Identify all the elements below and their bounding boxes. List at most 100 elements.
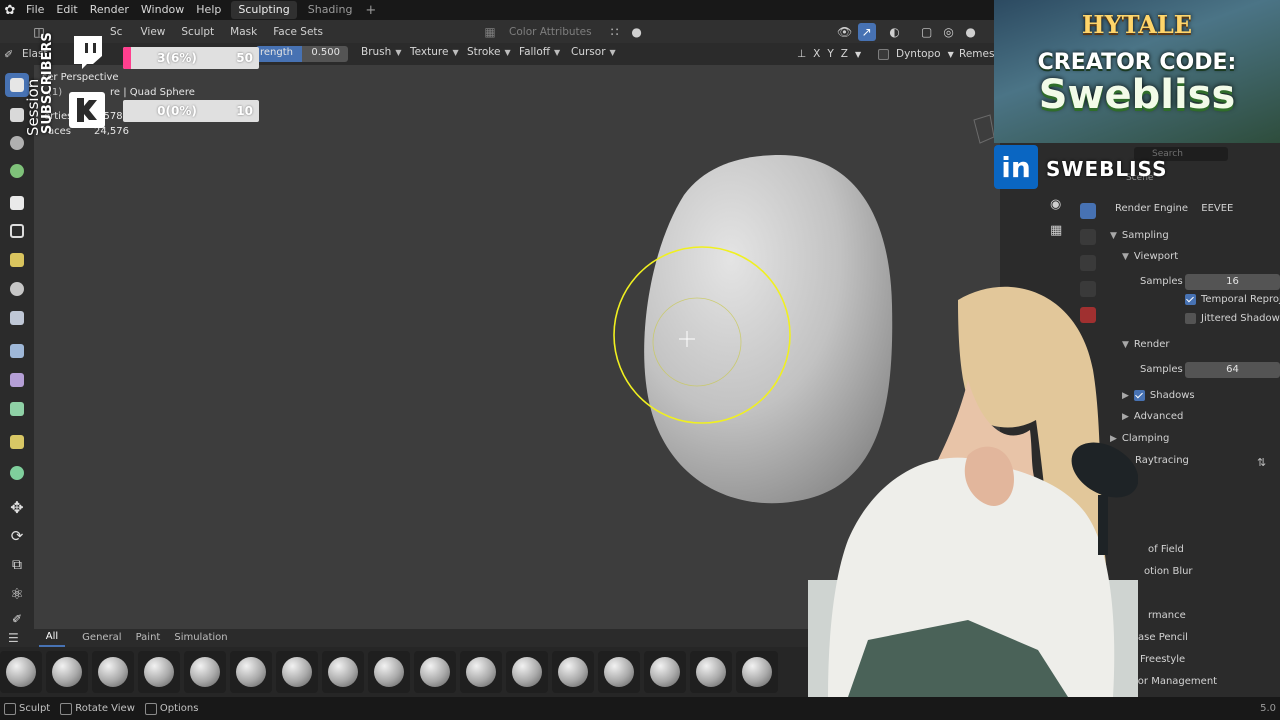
viewport-samples-field[interactable]: 16 xyxy=(1185,274,1280,290)
cloth-filter-tool[interactable] xyxy=(5,368,29,392)
cursor-dropdown[interactable]: Cursor ▼ xyxy=(571,46,616,62)
brush-thumbnail[interactable] xyxy=(46,651,88,693)
render-tab-icon[interactable] xyxy=(1080,203,1096,219)
menu-file[interactable]: File xyxy=(20,0,50,20)
sampling-panel-header[interactable]: ▼ Sampling xyxy=(1110,227,1169,245)
menu-edit[interactable]: Edit xyxy=(50,0,83,20)
performance-panel-header[interactable]: rmance xyxy=(1148,607,1186,625)
axis-y-toggle[interactable]: Y xyxy=(827,48,833,60)
overlays-icon[interactable]: ◐ xyxy=(886,23,904,41)
move-tool[interactable]: ✥ xyxy=(5,495,29,519)
rotate-tool[interactable]: ⟳ xyxy=(5,524,29,548)
menu-sculpt[interactable]: Sculpt xyxy=(173,26,222,38)
transform-tool[interactable]: ⚛ xyxy=(5,582,29,606)
mesh-dots-icon[interactable]: ∷ xyxy=(606,23,624,41)
menu-mask[interactable]: Mask xyxy=(222,26,265,38)
xray-icon[interactable]: ▢ xyxy=(918,23,936,41)
mesh-filter-tool[interactable] xyxy=(5,339,29,363)
solid-shading-icon[interactable]: ● xyxy=(962,23,980,41)
shelf-tab-simulation[interactable]: Simulation xyxy=(167,629,234,647)
color-attributes-dropdown[interactable]: Color Attributes xyxy=(501,26,600,38)
box-face-set-tool[interactable] xyxy=(5,248,29,272)
shelf-tab-paint[interactable]: Paint xyxy=(129,629,168,647)
brush-icon[interactable]: ✐ xyxy=(4,48,18,61)
axis-x-toggle[interactable]: X xyxy=(813,48,820,60)
raytracing-panel-header[interactable]: Raytracing xyxy=(1135,452,1189,470)
chevron-down-icon[interactable]: ▼ xyxy=(855,50,861,59)
line-project-tool[interactable] xyxy=(5,306,29,330)
brush-thumbnail[interactable] xyxy=(184,651,226,693)
chevron-down-icon: ▼ xyxy=(1110,231,1117,241)
brush-thumbnail[interactable] xyxy=(598,651,640,693)
menu-face-sets[interactable]: Face Sets xyxy=(265,26,331,38)
shelf-tab-all[interactable]: All xyxy=(38,629,66,647)
motion-blur-panel-header[interactable]: otion Blur xyxy=(1144,563,1193,581)
render-engine-value[interactable]: EEVEE xyxy=(1201,203,1233,214)
brush-thumbnail[interactable] xyxy=(460,651,502,693)
dyntopo-toggle[interactable]: Dyntopo ▼ xyxy=(878,46,954,62)
add-workspace-button[interactable]: + xyxy=(365,3,376,18)
brush-dropdown[interactable]: Brush ▼ xyxy=(361,46,401,62)
camera-view-icon[interactable]: ◉ xyxy=(1050,197,1061,212)
brush-thumbnail[interactable] xyxy=(736,651,778,693)
brush-thumbnail[interactable] xyxy=(690,651,732,693)
workspace-tab-shading[interactable]: Shading xyxy=(301,1,360,19)
asset-shelf-brushes xyxy=(0,647,808,697)
jittered-shadows-checkbox[interactable] xyxy=(1185,312,1196,324)
render-samples-field[interactable]: 64 xyxy=(1185,362,1280,378)
output-tab-icon[interactable] xyxy=(1080,229,1096,245)
view-layer-tab-icon[interactable] xyxy=(1080,255,1096,271)
texture-dropdown[interactable]: Texture ▼ xyxy=(410,46,459,62)
brush-thumbnail[interactable] xyxy=(414,651,456,693)
mouse-left-icon xyxy=(4,702,16,715)
panel-drag-icon[interactable]: ⇅ xyxy=(1257,456,1266,469)
eye-visibility-icon[interactable]: 👁 xyxy=(836,23,854,41)
brush-thumbnail[interactable] xyxy=(92,651,134,693)
tool-shelf: ✥ ⟳ ⧉ ⚛ ✐ xyxy=(0,65,34,629)
brush-thumbnail[interactable] xyxy=(506,651,548,693)
session-progress-text: 0(0%) xyxy=(157,104,197,118)
brush-thumbnail[interactable] xyxy=(138,651,180,693)
workspace-tab-sculpting[interactable]: Sculpting xyxy=(231,1,297,19)
annotate-tool[interactable]: ✐ xyxy=(5,611,29,627)
wireframe-shading-icon[interactable]: ◎ xyxy=(940,23,958,41)
brush-thumbnail[interactable] xyxy=(644,651,686,693)
brush-thumbnail[interactable] xyxy=(230,651,272,693)
paint-brush-tool[interactable] xyxy=(5,159,29,183)
brush-thumbnail[interactable] xyxy=(276,651,318,693)
gizmo-toggle-icon[interactable]: ↗ xyxy=(857,22,876,41)
chevron-down-icon: ▼ xyxy=(554,48,561,57)
dyntopo-checkbox[interactable] xyxy=(878,48,889,60)
blender-logo-icon[interactable]: ✿ xyxy=(0,0,20,20)
temporal-reprojection-row[interactable]: Temporal Reproj... xyxy=(1185,291,1280,309)
brush-thumbnail[interactable] xyxy=(368,651,410,693)
grid-view-icon[interactable]: ▦ xyxy=(1050,223,1062,238)
shelf-tab-general[interactable]: General xyxy=(75,629,128,647)
scale-tool[interactable]: ⧉ xyxy=(5,553,29,577)
record-icon[interactable]: ● xyxy=(628,23,646,41)
stroke-dropdown[interactable]: Stroke ▼ xyxy=(467,46,511,62)
brush-thumbnail[interactable] xyxy=(322,651,364,693)
mask-by-color-tool[interactable] xyxy=(5,461,29,485)
axis-z-toggle[interactable]: Z xyxy=(841,48,848,60)
status-bar: Sculpt Rotate View Options 5.0 xyxy=(0,697,1280,720)
jittered-shadows-row[interactable]: Jittered Shadows xyxy=(1185,310,1280,328)
menu-window[interactable]: Window xyxy=(135,0,190,20)
falloff-dropdown[interactable]: Falloff ▼ xyxy=(519,46,560,62)
brush-thumbnail[interactable] xyxy=(552,651,594,693)
symmetry-icon[interactable]: ⊥ xyxy=(797,48,806,60)
shelf-menu-icon[interactable]: ☰ xyxy=(0,631,27,645)
viewport-subpanel-header[interactable]: ▼ Viewport xyxy=(1122,248,1178,266)
color-filter-tool[interactable] xyxy=(5,397,29,421)
brush-thumbnail[interactable] xyxy=(0,651,42,693)
menu-render[interactable]: Render xyxy=(84,0,135,20)
strength-slider[interactable]: rength 0.500 xyxy=(256,46,348,62)
box-mask-tool[interactable] xyxy=(5,219,29,243)
menu-help[interactable]: Help xyxy=(190,0,227,20)
mask-tool[interactable] xyxy=(5,191,29,215)
edit-face-set-tool[interactable] xyxy=(5,430,29,454)
temporal-reprojection-checkbox[interactable] xyxy=(1185,293,1196,305)
box-trim-tool[interactable] xyxy=(5,277,29,301)
menu-view[interactable]: View xyxy=(132,26,173,38)
depth-of-field-panel-header[interactable]: of Field xyxy=(1148,541,1184,559)
